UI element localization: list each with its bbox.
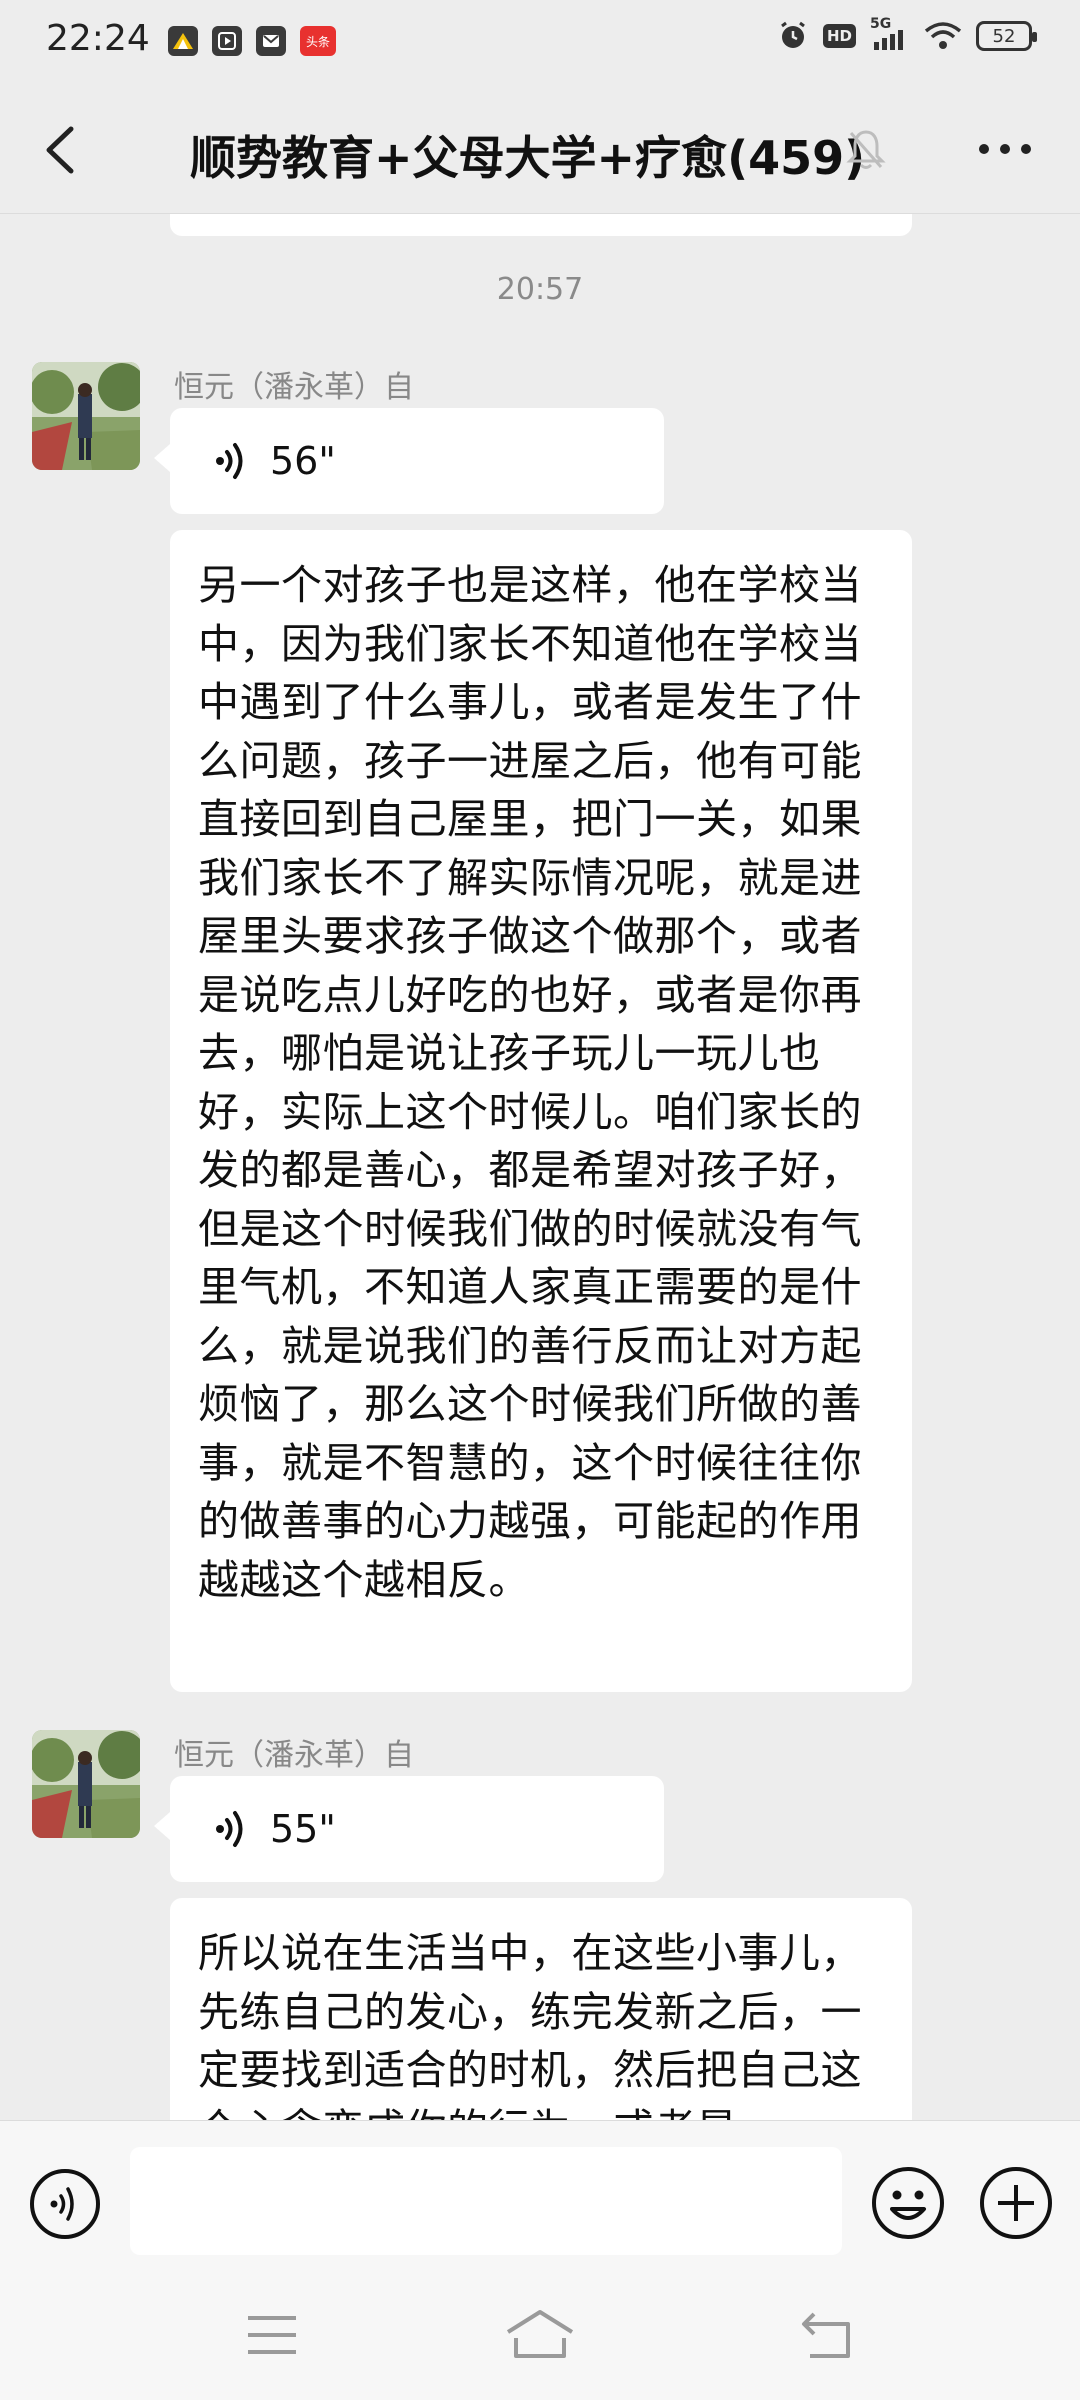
previous-message-bubble — [170, 214, 912, 236]
chat-title: 顺势教育+父母大学+疗愈(459) — [190, 131, 866, 185]
text-message-bubble[interactable]: 所以说在生活当中，在这些小事儿，先练自己的发心，练完发新之后，一定要找到适合的时… — [170, 1898, 912, 2120]
voice-message-bubble[interactable]: 56" — [154, 408, 664, 514]
text-message-bubble[interactable]: 另一个对孩子也是这样，他在学校当中，因为我们家长不知道他在学校当中遇到了什么事儿… — [170, 530, 912, 1692]
video-app-icon — [212, 26, 242, 56]
plus-circle-icon — [980, 2167, 1052, 2239]
alarm-icon — [777, 20, 809, 52]
sender-name: 恒元（潘永革）自 — [174, 370, 414, 405]
input-bar — [0, 2120, 1080, 2280]
status-time: 22:24 — [46, 18, 150, 59]
message-input[interactable] — [130, 2147, 842, 2255]
battery-icon: 52 — [976, 21, 1037, 51]
more-dots-icon — [979, 144, 1031, 154]
back-arrow-icon — [802, 2312, 850, 2358]
toutiao-app-icon: 头条 — [300, 26, 336, 56]
voice-message-bubble[interactable]: 55" — [154, 1776, 664, 1882]
avatar-photo-icon — [32, 1730, 140, 1838]
hd-icon: HD — [822, 24, 856, 48]
emoji-icon — [872, 2167, 944, 2239]
toutiao-label: 头条 — [305, 34, 330, 49]
back-button[interactable] — [30, 120, 90, 180]
network-label: 5G — [870, 16, 892, 32]
voice-mode-icon — [30, 2169, 100, 2239]
message-timestamp: 20:57 — [496, 272, 584, 307]
wifi-icon — [924, 21, 962, 51]
voice-duration: 55" — [270, 1807, 336, 1851]
menu-lines-icon — [248, 2316, 296, 2354]
voice-input-button[interactable] — [28, 2167, 102, 2241]
home-button[interactable] — [504, 2306, 576, 2366]
sender-name: 恒元（潘永革）自 — [174, 1738, 414, 1773]
recent-apps-button[interactable] — [244, 2312, 300, 2362]
status-right: HD 5G 52 — [777, 16, 1037, 52]
notification-app-icon — [168, 26, 198, 56]
emoji-button[interactable] — [870, 2165, 946, 2241]
message-list[interactable]: 20:57 恒元（潘永革）自 56" 另一个对孩子也是这样，他在学校当中，因为我… — [0, 214, 1080, 2120]
battery-level: 52 — [992, 25, 1016, 47]
avatar-photo-icon — [32, 362, 140, 470]
status-bar: 22:24 头条 HD 5G 52 — [0, 0, 1080, 84]
home-icon — [506, 2310, 574, 2358]
mail-app-icon — [256, 26, 286, 56]
chat-header: 顺势教育+父母大学+疗愈(459) — [0, 84, 1080, 214]
more-options-button[interactable] — [970, 124, 1040, 174]
system-back-button[interactable] — [798, 2310, 854, 2366]
mute-bell-icon — [846, 128, 886, 176]
more-functions-button[interactable] — [978, 2165, 1054, 2241]
system-nav-bar — [0, 2280, 1080, 2400]
status-app-icons: 头条 — [168, 26, 336, 56]
voice-wave-icon — [216, 1811, 243, 1847]
voice-wave-icon — [216, 443, 243, 479]
avatar[interactable] — [32, 1730, 140, 1838]
chevron-left-icon — [46, 126, 74, 174]
voice-duration: 56" — [270, 439, 336, 483]
avatar[interactable] — [32, 362, 140, 470]
signal-icon: 5G — [870, 16, 910, 52]
